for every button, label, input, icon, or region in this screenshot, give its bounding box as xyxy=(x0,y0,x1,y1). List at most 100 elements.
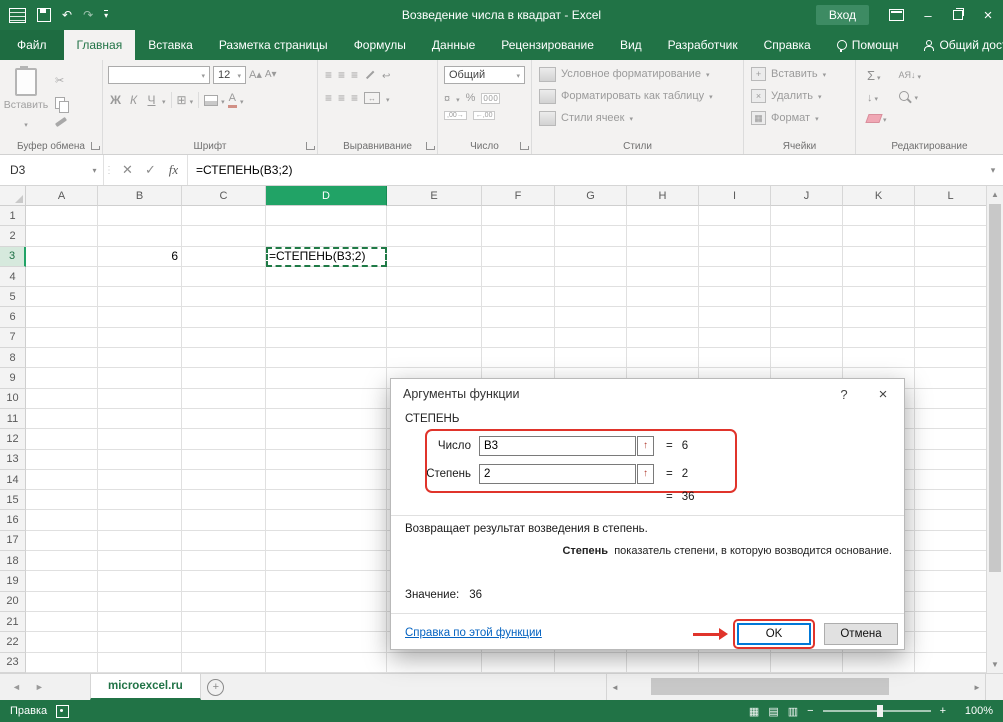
cell-B14[interactable] xyxy=(98,470,182,490)
scroll-down-icon[interactable] xyxy=(987,656,1003,673)
cell-A8[interactable] xyxy=(26,348,98,368)
row-header-20[interactable]: 20 xyxy=(0,592,26,612)
merge-dropdown-icon[interactable] xyxy=(386,91,390,105)
cell-G6[interactable] xyxy=(555,307,627,327)
restore-button[interactable] xyxy=(943,0,973,30)
cell-B22[interactable] xyxy=(98,632,182,652)
cell-styles-button[interactable]: Стили ячеек xyxy=(535,107,740,129)
cell-A21[interactable] xyxy=(26,612,98,632)
row-header-13[interactable]: 13 xyxy=(0,450,26,470)
cell-B21[interactable] xyxy=(98,612,182,632)
zoom-level[interactable]: 100% xyxy=(955,705,993,717)
cell-B13[interactable] xyxy=(98,450,182,470)
cell-C11[interactable] xyxy=(182,409,266,429)
row-header-23[interactable]: 23 xyxy=(0,653,26,673)
cell-H4[interactable] xyxy=(627,267,699,287)
fill-color-icon[interactable] xyxy=(204,95,218,106)
cell-G2[interactable] xyxy=(555,226,627,246)
column-header-A[interactable]: A xyxy=(26,186,98,206)
horizontal-scroll-thumb[interactable] xyxy=(651,678,889,695)
cell-A13[interactable] xyxy=(26,450,98,470)
column-header-I[interactable]: I xyxy=(699,186,771,206)
tab-справка[interactable]: Справка xyxy=(751,30,824,60)
cell-I6[interactable] xyxy=(699,307,771,327)
increase-decimal-icon[interactable]: ,00→ xyxy=(444,111,467,120)
cell-F8[interactable] xyxy=(482,348,555,368)
cell-K3[interactable] xyxy=(843,247,915,267)
cell-A22[interactable] xyxy=(26,632,98,652)
cell-G5[interactable] xyxy=(555,287,627,307)
cell-F4[interactable] xyxy=(482,267,555,287)
number-dialog-launcher[interactable] xyxy=(520,142,528,150)
cell-D1[interactable] xyxy=(266,206,387,226)
fill-button[interactable] xyxy=(867,90,887,104)
cell-C15[interactable] xyxy=(182,490,266,510)
font-name-combo[interactable] xyxy=(108,66,210,84)
cell-B1[interactable] xyxy=(98,206,182,226)
cell-D18[interactable] xyxy=(266,551,387,571)
dialog-title-bar[interactable]: Аргументы функции ? × xyxy=(391,379,904,409)
column-header-C[interactable]: C xyxy=(182,186,266,206)
cell-K8[interactable] xyxy=(843,348,915,368)
font-color-dropdown-icon[interactable] xyxy=(240,91,244,109)
cell-C20[interactable] xyxy=(182,592,266,612)
minimize-button[interactable]: – xyxy=(913,0,943,30)
cell-B12[interactable] xyxy=(98,429,182,449)
cell-B18[interactable] xyxy=(98,551,182,571)
cell-K5[interactable] xyxy=(843,287,915,307)
scroll-left-icon[interactable] xyxy=(607,683,623,692)
cell-F5[interactable] xyxy=(482,287,555,307)
cell-A17[interactable] xyxy=(26,531,98,551)
cell-A11[interactable] xyxy=(26,409,98,429)
cell-C21[interactable] xyxy=(182,612,266,632)
row-header-5[interactable]: 5 xyxy=(0,287,26,307)
autosum-button[interactable]: Σ xyxy=(867,68,887,83)
merge-center-icon[interactable]: ↔ xyxy=(364,92,380,104)
cell-B19[interactable] xyxy=(98,571,182,591)
cell-K2[interactable] xyxy=(843,226,915,246)
accounting-dropdown-icon[interactable] xyxy=(456,89,460,107)
ribbon-display-options-icon[interactable] xyxy=(883,0,913,30)
cell-A5[interactable] xyxy=(26,287,98,307)
cell-I4[interactable] xyxy=(699,267,771,287)
copy-icon[interactable] xyxy=(55,97,65,109)
column-header-K[interactable]: K xyxy=(843,186,915,206)
format-as-table-button[interactable]: Форматировать как таблицу xyxy=(535,85,740,107)
cell-D22[interactable] xyxy=(266,632,387,652)
cell-D13[interactable] xyxy=(266,450,387,470)
cell-H6[interactable] xyxy=(627,307,699,327)
cell-I2[interactable] xyxy=(699,226,771,246)
collapse-dialog-button-number[interactable] xyxy=(637,436,654,456)
cell-D23[interactable] xyxy=(266,653,387,673)
cut-icon[interactable] xyxy=(55,71,67,89)
close-button[interactable]: × xyxy=(973,0,1003,30)
cell-E1[interactable] xyxy=(387,206,482,226)
tab-главная[interactable]: Главная xyxy=(64,30,136,60)
align-right-icon[interactable] xyxy=(351,91,358,105)
cell-G4[interactable] xyxy=(555,267,627,287)
cell-G7[interactable] xyxy=(555,328,627,348)
prev-sheet-icon[interactable] xyxy=(12,682,21,692)
cell-A4[interactable] xyxy=(26,267,98,287)
cell-C8[interactable] xyxy=(182,348,266,368)
cell-J3[interactable] xyxy=(771,247,843,267)
cell-L15[interactable] xyxy=(915,490,986,510)
row-header-1[interactable]: 1 xyxy=(0,206,26,226)
cell-K4[interactable] xyxy=(843,267,915,287)
cell-K23[interactable] xyxy=(843,653,915,673)
cell-F7[interactable] xyxy=(482,328,555,348)
sign-in-button[interactable]: Вход xyxy=(816,5,869,25)
cancel-button[interactable]: Отмена xyxy=(824,623,898,645)
cell-C6[interactable] xyxy=(182,307,266,327)
cell-B7[interactable] xyxy=(98,328,182,348)
cell-A18[interactable] xyxy=(26,551,98,571)
tab-вид[interactable]: Вид xyxy=(607,30,655,60)
cell-I5[interactable] xyxy=(699,287,771,307)
zoom-out-icon[interactable] xyxy=(807,705,813,717)
cell-L7[interactable] xyxy=(915,328,986,348)
borders-icon[interactable] xyxy=(177,91,187,109)
arg-input-power[interactable] xyxy=(479,464,636,484)
cell-E4[interactable] xyxy=(387,267,482,287)
cell-D8[interactable] xyxy=(266,348,387,368)
delete-cells-button[interactable]: × Удалить xyxy=(747,85,852,107)
